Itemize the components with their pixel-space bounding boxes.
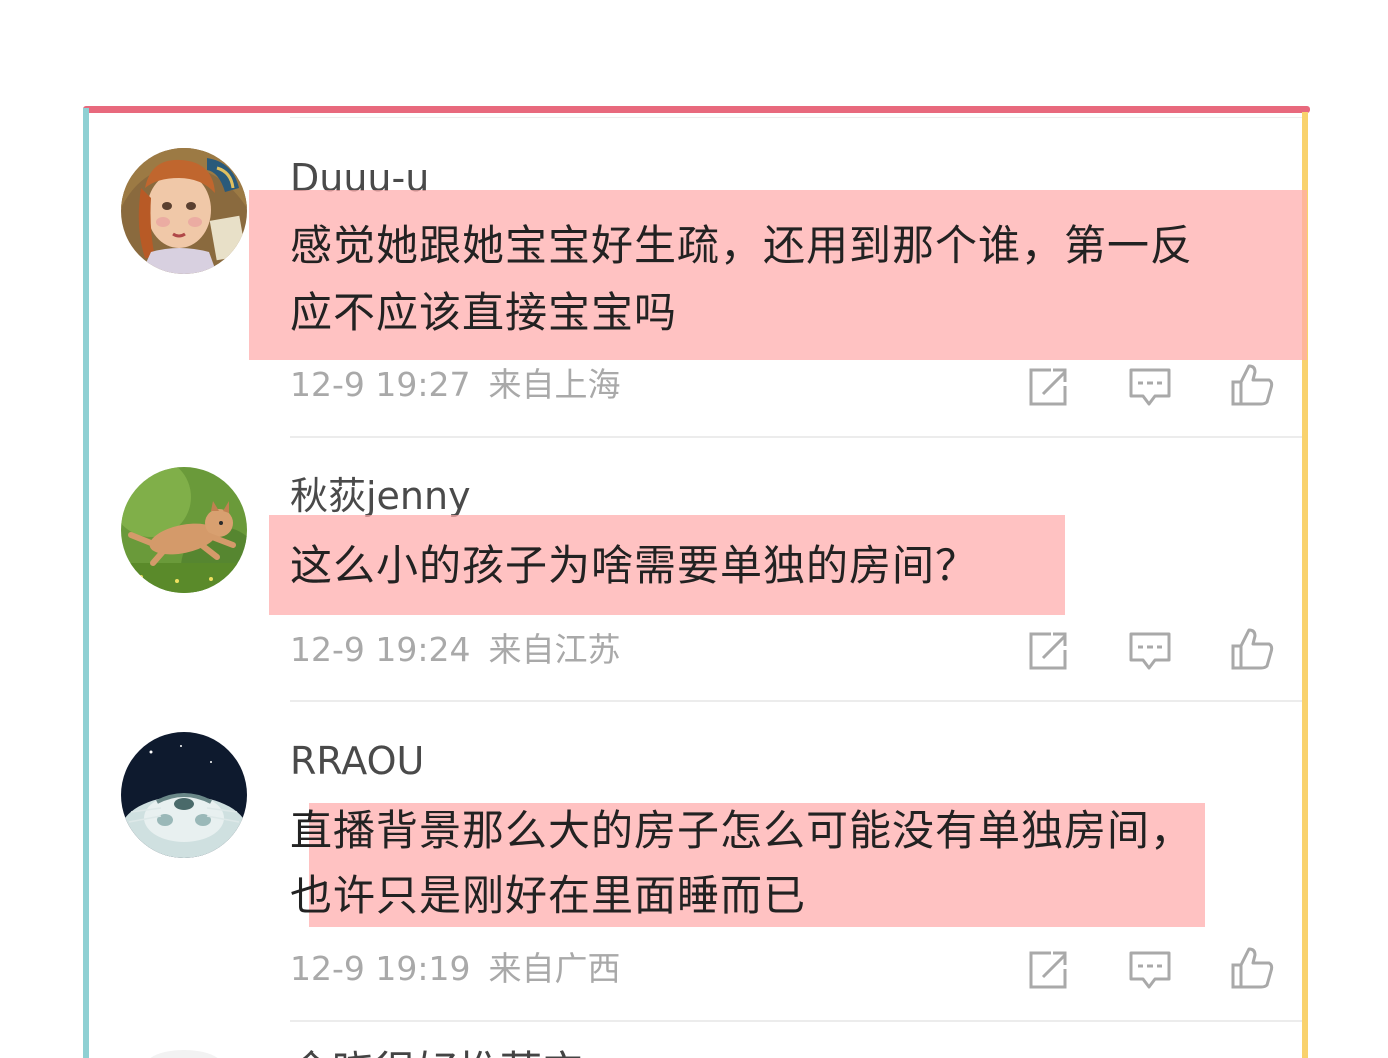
comment-text-line: 直播背景那么大的房子怎么可能没有单独房间，: [290, 806, 1194, 855]
avatar[interactable]: [121, 467, 247, 593]
divider: [290, 117, 1302, 118]
comment-item: Duuu-u 感觉她跟她宝宝好生疏，还用到那个谁，第一反 应不应该直接宝宝吗 1…: [89, 140, 1307, 440]
girl-portrait-avatar: [121, 148, 247, 274]
avatar[interactable]: [146, 1050, 222, 1058]
comment-time: 12-9 19:27: [290, 365, 471, 404]
comment-location: 来自江苏: [488, 630, 621, 669]
like-button[interactable]: [1229, 626, 1275, 672]
thumbs-up-icon: [1231, 364, 1274, 406]
kitten-avatar: [121, 467, 247, 593]
comment-text-line: 感觉她跟她宝宝好生疏，还用到那个谁，第一反: [290, 221, 1194, 270]
comment-icon: [1129, 951, 1171, 989]
divider: [290, 436, 1302, 438]
share-icon: [1029, 632, 1067, 670]
share-button[interactable]: [1025, 364, 1071, 410]
comment-meta: 12-9 19:19 来自广西: [290, 949, 621, 989]
comment-icon: [1129, 368, 1171, 406]
share-icon: [1029, 368, 1067, 406]
comment-meta: 12-9 19:27 来自上海: [290, 365, 621, 405]
comment-item: RRAOU 直播背景那么大的房子怎么可能没有单独房间， 也许只是刚好在里面睡而已…: [89, 725, 1302, 1025]
comment-text-line: 这么小的孩子为啥需要单独的房间？: [290, 541, 979, 590]
like-button[interactable]: [1229, 362, 1275, 408]
reply-button[interactable]: [1127, 947, 1173, 993]
comment-location: 来自上海: [488, 365, 621, 404]
divider: [290, 700, 1302, 702]
frame-top-border: [83, 106, 1310, 113]
avatar[interactable]: [121, 732, 247, 858]
avatar[interactable]: [121, 148, 247, 274]
comment-item: 秋荻jenny 这么小的孩子为啥需要单独的房间？ 12-9 19:24 来自江苏: [89, 460, 1302, 700]
share-button[interactable]: [1025, 947, 1071, 993]
share-icon: [1029, 951, 1067, 989]
username[interactable]: RRAOU: [290, 738, 424, 784]
comment-icon: [1129, 632, 1171, 670]
comment-location: 来自广西: [488, 949, 621, 988]
thumbs-up-icon: [1231, 947, 1274, 989]
reply-button[interactable]: [1127, 628, 1173, 674]
divider: [290, 1020, 1302, 1022]
comment-time: 12-9 19:24: [290, 630, 471, 669]
thumbs-up-icon: [1231, 628, 1274, 670]
share-button[interactable]: [1025, 628, 1071, 674]
cat-face-avatar: [121, 732, 247, 858]
comment-text-line: 应不应该直接宝宝吗: [290, 288, 678, 337]
partial-comment-text: 余晓很好推荐它: [290, 1046, 584, 1058]
comment-meta: 12-9 19:24 来自江苏: [290, 630, 621, 670]
like-button[interactable]: [1229, 945, 1275, 991]
reply-button[interactable]: [1127, 364, 1173, 410]
comment-text-line: 也许只是刚好在里面睡而已: [290, 871, 807, 920]
comment-time: 12-9 19:19: [290, 949, 471, 988]
comment-screenshot: Duuu-u 感觉她跟她宝宝好生疏，还用到那个谁，第一反 应不应该直接宝宝吗 1…: [0, 0, 1388, 1058]
username[interactable]: 秋荻jenny: [290, 473, 471, 519]
